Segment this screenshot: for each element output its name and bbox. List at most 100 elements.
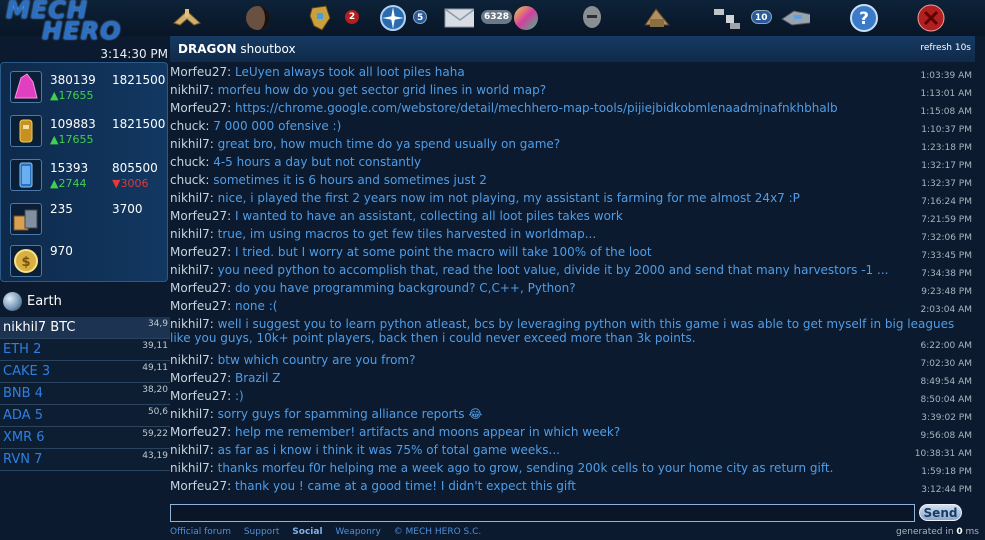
message-author[interactable]: Morfeu27: (170, 65, 231, 79)
message-author[interactable]: chuck: (170, 119, 209, 133)
chat-message: nikhil7: nice, i played the first 2 year… (170, 191, 975, 209)
message-text: I tried. but I worry at some point the m… (231, 245, 652, 259)
message-author[interactable]: chuck: (170, 173, 209, 187)
message-timestamp: 7:21:59 PM (921, 215, 972, 225)
message-input[interactable] (170, 504, 915, 522)
list-item[interactable]: ADA 5 50,6 (0, 405, 170, 427)
planet-label: Earth (27, 294, 62, 309)
resource-crystal: 380139 1821500 ▲17655 (1, 65, 169, 109)
message-timestamp: 6:22:00 AM (920, 341, 972, 351)
message-author[interactable]: nikhil7: (170, 263, 214, 277)
message-author[interactable]: nikhil7: (170, 407, 214, 421)
satellite-icon[interactable] (712, 3, 742, 33)
message-author[interactable]: nikhil7: (170, 191, 214, 205)
list-item[interactable]: RVN 7 43,19 (0, 449, 170, 471)
resource-income: ▲17655 (50, 133, 94, 146)
message-timestamp: 7:32:06 PM (921, 233, 972, 243)
mail-icon[interactable] (444, 3, 474, 33)
message-text: :) (231, 389, 244, 403)
message-timestamp: 3:39:02 PM (921, 413, 972, 423)
send-button[interactable]: Send (919, 504, 962, 521)
message-text: you need python to accomplish that, read… (213, 263, 889, 277)
svg-text:$: $ (21, 255, 30, 270)
resource-amount: 970 (50, 244, 73, 258)
message-text: https://chrome.google.com/webstore/detai… (231, 101, 838, 115)
city-name: ADA 5 (3, 408, 43, 423)
message-author[interactable]: chuck: (170, 155, 209, 169)
chat-message: nikhil7: thanks morfeu f0r helping me a … (170, 461, 975, 479)
forum-link[interactable]: Official forum (170, 527, 231, 537)
message-text: do you have programming background? C,C+… (231, 281, 576, 295)
message-author[interactable]: nikhil7: (170, 443, 214, 457)
help-icon[interactable]: ? (849, 3, 879, 33)
resource-capacity: 1821500 (112, 117, 166, 131)
chat-message: chuck: 4-5 hours a day but not constantl… (170, 155, 975, 173)
resource-capacity: 1821500 (112, 73, 166, 87)
list-item[interactable]: CAKE 3 49,11 (0, 361, 170, 383)
message-author[interactable]: Morfeu27: (170, 209, 231, 223)
chat-message: Morfeu27: LeUyen always took all loot pi… (170, 65, 975, 83)
resource-amount: 380139 (50, 73, 96, 87)
list-item[interactable]: ETH 2 39,11 (0, 339, 170, 361)
logo[interactable]: MECH HERO (2, 0, 162, 44)
message-timestamp: 7:34:38 PM (921, 269, 972, 279)
message-author[interactable]: Morfeu27: (170, 299, 231, 313)
message-author[interactable]: Morfeu27: (170, 479, 231, 493)
alliance-name: DRAGON (178, 42, 237, 56)
message-timestamp: 1:13:01 AM (920, 89, 972, 99)
message-timestamp: 1:59:18 PM (921, 467, 972, 477)
message-timestamp: 7:33:45 PM (921, 251, 972, 261)
chat-message: nikhil7: well i suggest you to learn pyt… (170, 317, 975, 353)
message-text: btw which country are you from? (213, 353, 416, 367)
close-icon[interactable] (916, 3, 946, 33)
support-link[interactable]: Support (244, 527, 280, 537)
message-author[interactable]: Morfeu27: (170, 245, 231, 259)
message-author[interactable]: Morfeu27: (170, 425, 231, 439)
crystal-icon (10, 71, 42, 103)
moon-icon[interactable] (243, 3, 273, 33)
robot-icon[interactable] (305, 3, 335, 33)
message-timestamp: 3:12:44 PM (921, 485, 972, 495)
refresh-indicator[interactable]: refresh 10s (920, 43, 971, 53)
message-author[interactable]: Morfeu27: (170, 101, 231, 115)
message-timestamp: 1:03:39 AM (920, 71, 972, 81)
message-text: well i suggest you to learn python atlea… (170, 317, 955, 345)
list-item[interactable]: nikhil7 BTC 34,9 (0, 317, 170, 339)
list-item[interactable]: BNB 4 38,20 (0, 383, 170, 405)
chat-message: Morfeu27: I tried. but I worry at some p… (170, 245, 975, 263)
message-timestamp: 1:10:37 PM (921, 125, 972, 135)
gold-coin-icon: $ (10, 245, 42, 277)
weaponry-link[interactable]: Weaponry (335, 527, 380, 537)
message-text: sorry guys for spamming alliance reports… (213, 407, 483, 421)
message-author[interactable]: nikhil7: (170, 137, 214, 151)
drone-icon[interactable] (780, 3, 810, 33)
message-timestamp: 1:15:08 AM (920, 107, 972, 117)
chat-message: nikhil7: as far as i know i think it was… (170, 443, 975, 461)
robot-badge: 2 (345, 10, 359, 24)
ship-icon[interactable] (172, 3, 202, 33)
message-author[interactable]: nikhil7: (170, 353, 214, 367)
social-link[interactable]: Social (292, 527, 322, 537)
compass-icon[interactable] (378, 3, 408, 33)
city-coords: 43,19 (142, 451, 168, 461)
message-text: help me remember! artifacts and moons ap… (231, 425, 621, 439)
planet-selector[interactable]: Earth (0, 292, 168, 312)
list-item[interactable]: XMR 6 59,22 (0, 427, 170, 449)
message-author[interactable]: nikhil7: (170, 461, 214, 475)
message-author[interactable]: nikhil7: (170, 317, 214, 331)
building-icon[interactable] (642, 3, 672, 33)
message-author[interactable]: Morfeu27: (170, 371, 231, 385)
message-author[interactable]: nikhil7: (170, 227, 214, 241)
helmet-icon[interactable] (577, 3, 607, 33)
resource-capacity: 3700 (112, 202, 143, 216)
server-clock: 3:14:30 PM (100, 47, 168, 61)
message-text: true, im using macros to get few tiles h… (213, 227, 597, 241)
message-author[interactable]: Morfeu27: (170, 281, 231, 295)
message-author[interactable]: Morfeu27: (170, 389, 231, 403)
color-orb-icon[interactable] (511, 3, 541, 33)
message-text: 7 000 000 ofensive :) (209, 119, 342, 133)
message-author[interactable]: nikhil7: (170, 83, 214, 97)
chat-message: Morfeu27: thank you ! came at a good tim… (170, 479, 975, 497)
fuel-icon (10, 115, 42, 147)
message-timestamp: 9:23:48 PM (921, 287, 972, 297)
